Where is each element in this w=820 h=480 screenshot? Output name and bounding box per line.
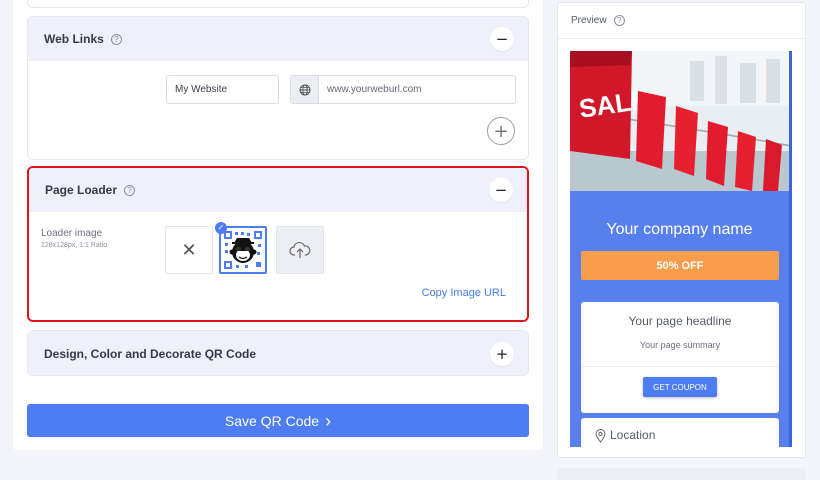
- save-qr-code-button[interactable]: Save QR Code ›: [27, 404, 529, 437]
- help-icon[interactable]: ?: [110, 33, 122, 45]
- phone-preview: SALE Your company name 50% OFF Your page…: [570, 51, 792, 447]
- globe-icon: [291, 76, 319, 103]
- chevron-right-icon: ›: [325, 410, 332, 431]
- expand-button[interactable]: +: [490, 342, 514, 366]
- location-card[interactable]: Location: [581, 418, 779, 447]
- previous-section-edge: [27, 0, 529, 8]
- logo-loader-option[interactable]: ✓: [215, 222, 267, 274]
- get-coupon-button[interactable]: GET COUPON: [643, 377, 717, 397]
- copy-image-url-link[interactable]: Copy Image URL: [422, 287, 506, 299]
- section-title: Design, Color and Decorate QR Code: [44, 347, 257, 361]
- add-link-button[interactable]: +: [487, 117, 515, 145]
- section-title: Web Links: [44, 32, 104, 46]
- design-section: Design, Color and Decorate QR Code +: [27, 330, 529, 376]
- qr-monkey-logo-icon: [224, 231, 262, 269]
- link-name-input[interactable]: [166, 75, 279, 104]
- web-links-section: Web Links ? − +: [27, 16, 529, 160]
- page-loader-section: Page Loader ? − Loader image 128x128px, …: [27, 166, 529, 322]
- cloud-upload-icon: [289, 241, 311, 258]
- page-headline: Your page headline: [628, 314, 732, 328]
- check-icon: ✓: [215, 222, 227, 234]
- loader-image-hint: 128x128px, 1:1 Ratio: [41, 242, 108, 249]
- loader-image-label: Loader image: [41, 228, 103, 239]
- headline-card: Your page headline Your page summary GET…: [581, 302, 779, 413]
- upload-loader-option[interactable]: [276, 226, 324, 274]
- location-label: Location: [610, 428, 656, 442]
- preview-title: Preview: [571, 15, 607, 26]
- company-name: Your company name: [606, 221, 753, 238]
- preview-panel: Preview ? SALE Your company name 50% OFF: [557, 2, 806, 458]
- web-links-header[interactable]: Web Links ? −: [28, 17, 528, 61]
- design-header[interactable]: Design, Color and Decorate QR Code +: [28, 331, 528, 375]
- link-url-field[interactable]: [290, 75, 516, 104]
- no-loader-option[interactable]: ✕: [165, 226, 213, 274]
- close-icon: ✕: [181, 239, 197, 261]
- sale-hero-image: SALE: [570, 51, 789, 191]
- link-url-input[interactable]: [319, 76, 515, 103]
- help-icon[interactable]: ?: [613, 15, 625, 26]
- next-panel-edge: [557, 468, 806, 480]
- location-pin-icon: [595, 429, 606, 443]
- collapse-button[interactable]: −: [489, 178, 513, 202]
- section-title: Page Loader: [45, 183, 118, 197]
- preview-header: Preview ?: [558, 3, 805, 39]
- help-icon[interactable]: ?: [124, 184, 136, 196]
- page-loader-header[interactable]: Page Loader ? −: [29, 168, 527, 212]
- page-summary: Your page summary: [639, 340, 721, 350]
- divider: [581, 366, 779, 367]
- offer-button[interactable]: 50% OFF: [581, 251, 779, 280]
- collapse-button[interactable]: −: [490, 27, 514, 51]
- save-label: Save QR Code: [224, 412, 320, 429]
